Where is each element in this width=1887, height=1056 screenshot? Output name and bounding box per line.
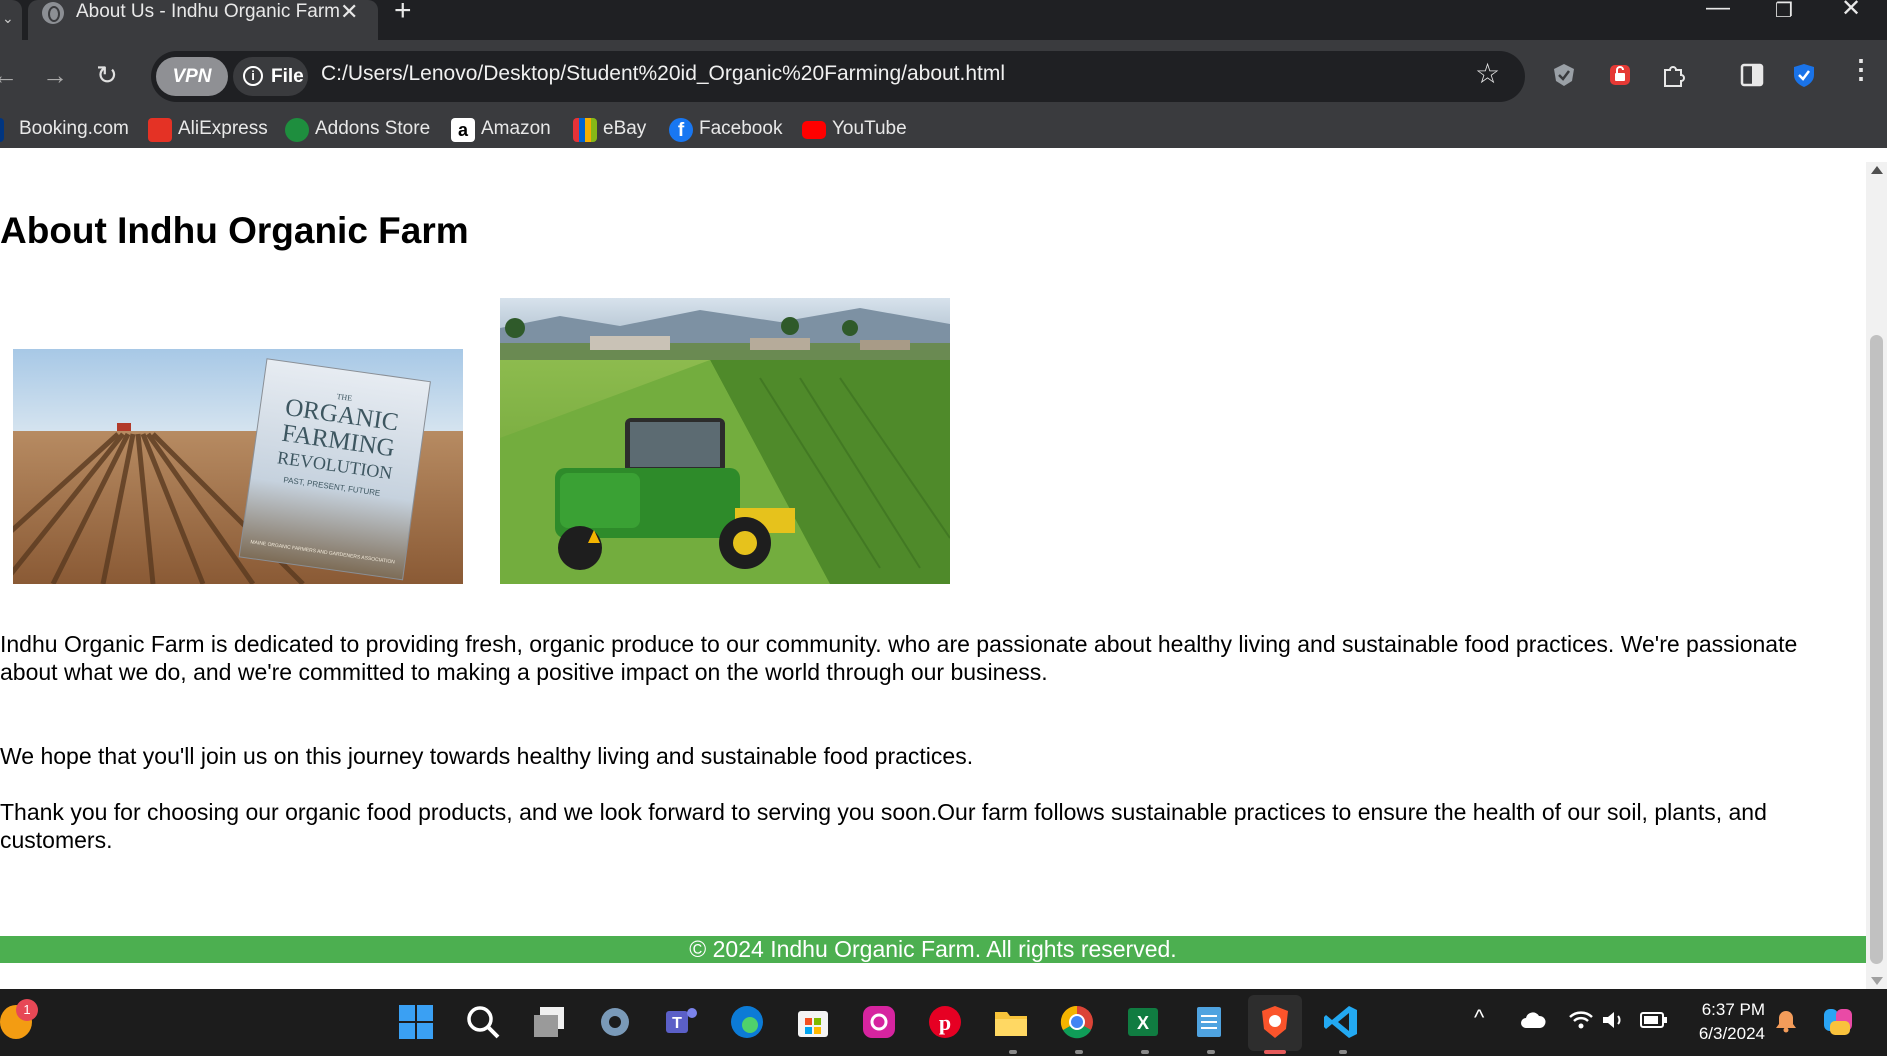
minimize-button[interactable]: — [1706,0,1730,22]
bitwarden-shield-icon[interactable] [1791,62,1817,88]
url-text[interactable]: C:/Users/Lenovo/Desktop/Student%20id_Org… [321,62,1005,86]
chrome-icon[interactable] [1058,1003,1096,1041]
addons-store-icon [285,118,309,142]
page-title: About Indhu Organic Farm [0,210,469,251]
youtube-icon [802,121,826,139]
pinterest-icon[interactable]: p [926,1003,964,1041]
search-icon[interactable] [464,1003,502,1041]
back-icon[interactable]: ← [0,60,18,91]
settings-icon[interactable] [596,1003,634,1041]
notepad-icon[interactable] [1190,1003,1228,1041]
tab-strip: ⌄ About Us - Indhu Organic Farm ✕ + — ❐ … [0,0,1887,40]
wifi-icon[interactable] [1568,1009,1594,1031]
tab-search-button[interactable]: ⌄ [0,0,22,40]
running-indicator [1075,1050,1083,1054]
running-indicator [1207,1050,1215,1054]
copilot-icon[interactable] [1822,1005,1856,1039]
booking-icon [0,118,4,142]
organic-farming-book-image: THE ORGANIC FARMING REVOLUTION PAST, PRE… [13,349,463,584]
address-bar[interactable]: VPN i File C:/Users/Lenovo/Desktop/Stude… [151,51,1525,102]
bookmark-star-icon[interactable]: ☆ [1475,57,1500,90]
running-indicator [1141,1050,1149,1054]
vpn-button[interactable]: VPN [156,57,228,96]
restore-button[interactable]: ❐ [1775,0,1793,23]
vscode-icon[interactable] [1322,1003,1360,1041]
file-explorer-icon[interactable] [992,1003,1030,1041]
notification-badge: 1 [16,999,38,1021]
journey-paragraph: We hope that you'll join us on this jour… [0,743,974,769]
windows-start-icon[interactable] [397,1003,435,1041]
amazon-icon: a [451,118,475,142]
running-indicator [1339,1050,1347,1054]
tab-close-icon[interactable]: ✕ [340,0,358,25]
green-tractor-image [500,298,950,584]
instagram-icon[interactable] [860,1003,898,1041]
lock-extension-icon[interactable] [1607,62,1633,88]
browser-toolbar: ← → ↻ VPN i File C:/Users/Lenovo/Desktop… [0,40,1887,148]
clock-date[interactable]: 6/3/2024 [1680,1024,1765,1044]
facebook-icon: f [669,118,693,142]
tab-title: About Us - Indhu Organic Farm [76,1,340,22]
edge-icon[interactable] [728,1003,766,1041]
task-view-icon[interactable] [530,1003,568,1041]
chevron-up-icon[interactable]: ^ [1474,1005,1484,1031]
store-icon[interactable] [794,1003,832,1041]
onedrive-cloud-icon[interactable] [1520,1011,1546,1029]
clock-time[interactable]: 6:37 PM [1680,1000,1765,1020]
scrollbar-thumb[interactable] [1870,335,1883,964]
svg-text:X: X [1137,1013,1149,1033]
globe-icon [42,2,64,24]
brave-browser-icon[interactable] [1256,1003,1294,1041]
teams-icon[interactable]: T [662,1003,700,1041]
new-tab-button[interactable]: + [394,0,412,28]
site-info-button[interactable]: i File [233,57,308,96]
kebab-menu-icon[interactable]: ⋮ [1848,54,1874,85]
svg-text:T: T [672,1015,682,1032]
battery-icon[interactable] [1640,1011,1668,1029]
close-window-button[interactable]: ✕ [1841,0,1861,23]
active-tab[interactable]: About Us - Indhu Organic Farm ✕ [28,0,378,40]
active-indicator [1264,1050,1286,1054]
aliexpress-icon [148,118,172,142]
svg-text:p: p [939,1010,951,1035]
excel-icon[interactable]: X [1124,1003,1162,1041]
page-viewport: About Indhu Organic Farm THE ORGANIC FAR… [0,162,1866,989]
info-icon: i [243,66,263,86]
notification-bell-icon[interactable] [1775,1009,1797,1033]
vertical-scrollbar[interactable] [1866,162,1887,989]
side-panel-icon[interactable] [1739,62,1765,88]
extensions-puzzle-icon[interactable] [1660,62,1686,88]
shield-extension-icon[interactable] [1551,62,1577,88]
forward-icon[interactable]: → [42,60,68,91]
volume-icon[interactable] [1600,1009,1626,1031]
site-info-label: File [271,66,304,87]
windows-taskbar: 1 T p X ^ 6:37 PM 6/3/2024 [0,989,1887,1056]
reload-icon[interactable]: ↻ [96,60,118,91]
running-indicator [1009,1050,1017,1054]
page-footer: © 2024 Indhu Organic Farm. All rights re… [0,936,1866,963]
thank-you-paragraph: Thank you for choosing our organic food … [0,799,1767,853]
scroll-up-arrow-icon[interactable] [1871,166,1883,174]
ebay-icon [573,118,597,142]
scroll-down-arrow-icon[interactable] [1871,977,1883,985]
intro-paragraph: Indhu Organic Farm is dedicated to provi… [0,631,1798,685]
